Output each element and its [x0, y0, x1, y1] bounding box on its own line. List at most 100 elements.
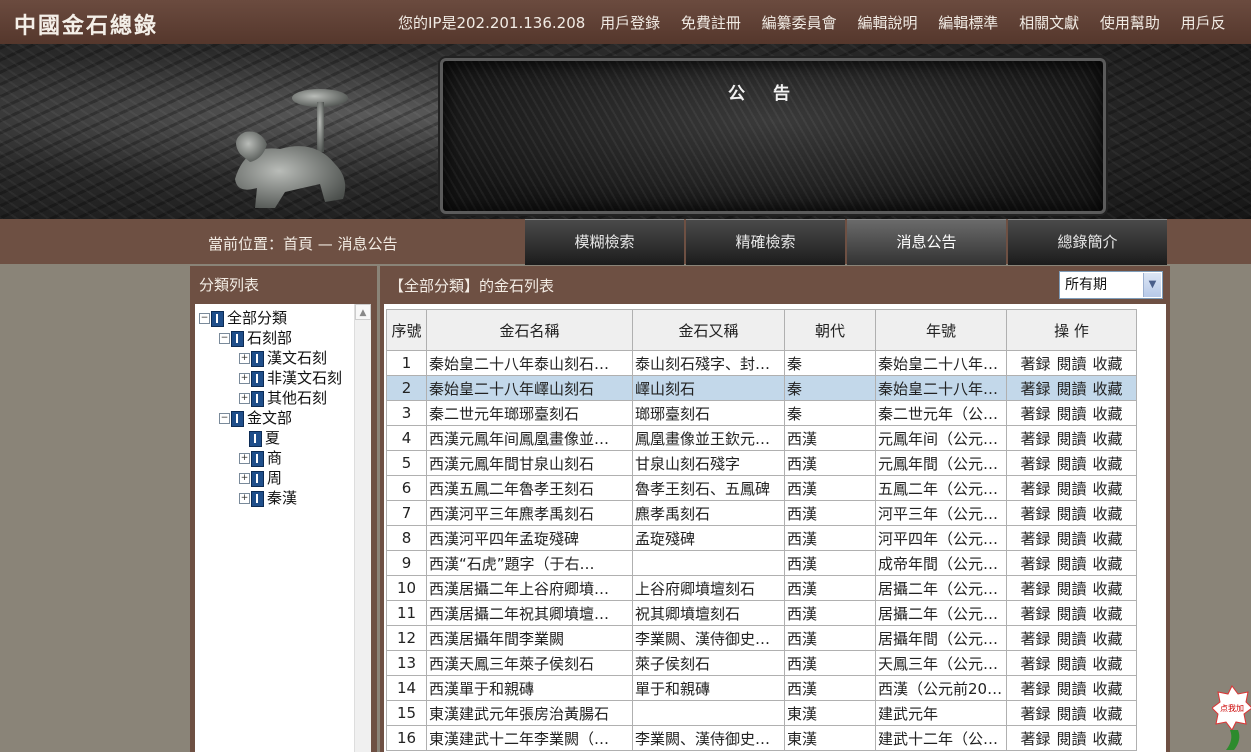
- tree-node[interactable]: − 全部分類: [199, 308, 371, 328]
- catalog-link[interactable]: 著録: [1020, 555, 1050, 573]
- read-link[interactable]: 閱讀: [1056, 655, 1086, 673]
- catalog-link[interactable]: 著録: [1020, 430, 1050, 448]
- expand-icon[interactable]: +: [239, 353, 250, 364]
- tree-node-label[interactable]: 漢文石刻: [267, 349, 327, 367]
- tree-node-label[interactable]: 夏: [265, 429, 280, 447]
- favorite-link[interactable]: 收藏: [1093, 730, 1123, 748]
- tree-node[interactable]: + 秦漢: [199, 488, 371, 508]
- nav-help-link[interactable]: 使用幫助: [1100, 14, 1160, 32]
- table-row[interactable]: 11 西漢居攝二年祝其卿墳壇… 祝其卿墳壇刻石 西漢 居攝二年（公元… 著録 閱讀 收藏: [386, 600, 1137, 626]
- table-row[interactable]: 2 秦始皇二十八年嶧山刻石 嶧山刻石秦秦始皇二十八年… 著録 閱讀 收藏: [386, 375, 1137, 401]
- nav-editorial-standards-link[interactable]: 編輯標準: [938, 14, 998, 32]
- tree-node-label[interactable]: 其他石刻: [267, 389, 327, 407]
- favorite-link[interactable]: 收藏: [1093, 455, 1123, 473]
- table-row[interactable]: 15 東漢建武元年張房治黃腸石 東漢 建武元年 著録 閱讀 收藏: [386, 700, 1137, 726]
- table-row[interactable]: 13 西漢天鳳三年萊子侯刻石 萊子侯刻石 西漢 天鳳三年（公元… 著録 閱讀 收藏: [386, 650, 1137, 676]
- nav-login-link[interactable]: 用戶登錄: [600, 14, 660, 32]
- tree-node-label[interactable]: 全部分類: [227, 309, 287, 327]
- favorite-link[interactable]: 收藏: [1093, 405, 1123, 423]
- table-row[interactable]: 7 西漢河平三年麃孝禹刻石 麃孝禹刻石 西漢 河平三年（公元… 著録 閱讀 收藏: [386, 500, 1137, 526]
- col-header-dynasty[interactable]: 朝代: [784, 309, 876, 351]
- table-row[interactable]: 3 秦二世元年瑯琊臺刻石 瑯琊臺刻石秦秦二世元年（公… 著録 閱讀 收藏: [386, 400, 1137, 426]
- read-link[interactable]: 閱讀: [1056, 530, 1086, 548]
- catalog-link[interactable]: 著録: [1020, 355, 1050, 373]
- read-link[interactable]: 閱讀: [1056, 705, 1086, 723]
- catalog-link[interactable]: 著録: [1020, 505, 1050, 523]
- table-row[interactable]: 6 西漢五鳳二年魯孝王刻石 魯孝王刻石、五鳳碑 西漢 五鳳二年（公元… 著録 閱讀 收藏: [386, 475, 1137, 501]
- table-row[interactable]: 8 西漢河平四年孟琁殘碑 孟琁殘碑 西漢 河平四年（公元… 著録 閱讀 收藏: [386, 525, 1137, 551]
- floating-add-badge[interactable]: 点我加: [1212, 684, 1251, 752]
- chevron-down-icon[interactable]: ▼: [1143, 273, 1161, 297]
- table-row[interactable]: 5 西漢元鳳年間甘泉山刻石 甘泉山刻石殘字 西漢 元鳳年間（公元… 著録 閱讀 收藏: [386, 450, 1137, 476]
- tree-node[interactable]: + 周: [199, 468, 371, 488]
- table-row[interactable]: 10 西漢居攝二年上谷府卿墳… 上谷府卿墳壇刻石 西漢 居攝二年（公元… 著録 閱讀 收藏: [386, 575, 1137, 601]
- expand-icon[interactable]: +: [239, 453, 250, 464]
- read-link[interactable]: 閱讀: [1056, 405, 1086, 423]
- scroll-up-icon[interactable]: ▲: [355, 304, 371, 320]
- catalog-link[interactable]: 著録: [1020, 630, 1050, 648]
- read-link[interactable]: 閱讀: [1056, 680, 1086, 698]
- read-link[interactable]: 閱讀: [1056, 730, 1086, 748]
- catalog-link[interactable]: 著録: [1020, 680, 1050, 698]
- favorite-link[interactable]: 收藏: [1093, 430, 1123, 448]
- favorite-link[interactable]: 收藏: [1093, 380, 1123, 398]
- tree-scrollbar[interactable]: ▲: [354, 304, 371, 752]
- favorite-link[interactable]: 收藏: [1093, 605, 1123, 623]
- catalog-link[interactable]: 著録: [1020, 405, 1050, 423]
- catalog-link[interactable]: 著録: [1020, 580, 1050, 598]
- table-row[interactable]: 1 秦始皇二十八年泰山刻石… 泰山刻石殘字、封… 秦秦始皇二十八年… 著録 閱讀 收藏: [386, 350, 1137, 376]
- favorite-link[interactable]: 收藏: [1093, 580, 1123, 598]
- table-row[interactable]: 14 西漢單于和親磚 單于和親磚 西漢 西漢（公元前20… 著録 閱讀 收藏: [386, 675, 1137, 701]
- site-logo[interactable]: 中國金石總錄: [14, 8, 158, 40]
- read-link[interactable]: 閱讀: [1056, 555, 1086, 573]
- catalog-link[interactable]: 著録: [1020, 380, 1050, 398]
- col-header-alias[interactable]: 金石又稱: [632, 309, 785, 351]
- tree-node[interactable]: + 漢文石刻: [199, 348, 371, 368]
- tree-node-label[interactable]: 石刻部: [247, 329, 292, 347]
- favorite-link[interactable]: 收藏: [1093, 480, 1123, 498]
- expand-icon[interactable]: +: [239, 493, 250, 504]
- favorite-link[interactable]: 收藏: [1093, 655, 1123, 673]
- tab-about[interactable]: 總錄簡介: [1008, 219, 1167, 265]
- tab-fuzzy-search[interactable]: 模糊檢索: [525, 219, 684, 265]
- nav-editorial-notes-link[interactable]: 編輯說明: [857, 14, 917, 32]
- tab-news[interactable]: 消息公告: [847, 219, 1006, 265]
- catalog-link[interactable]: 著録: [1020, 480, 1050, 498]
- read-link[interactable]: 閱讀: [1056, 355, 1086, 373]
- read-link[interactable]: 閱讀: [1056, 380, 1086, 398]
- nav-related-docs-link[interactable]: 相關文獻: [1019, 14, 1079, 32]
- favorite-link[interactable]: 收藏: [1093, 505, 1123, 523]
- nav-feedback-link[interactable]: 用戶反: [1181, 14, 1226, 32]
- nav-committee-link[interactable]: 編纂委員會: [762, 14, 837, 32]
- read-link[interactable]: 閱讀: [1056, 455, 1086, 473]
- catalog-link[interactable]: 著録: [1020, 530, 1050, 548]
- read-link[interactable]: 閱讀: [1056, 580, 1086, 598]
- tab-exact-search[interactable]: 精確檢索: [686, 219, 845, 265]
- catalog-link[interactable]: 著録: [1020, 655, 1050, 673]
- collapse-icon[interactable]: −: [199, 313, 210, 324]
- tree-node-label[interactable]: 金文部: [247, 409, 292, 427]
- nav-register-link[interactable]: 免費註冊: [681, 14, 741, 32]
- tree-node[interactable]: + 商: [199, 448, 371, 468]
- read-link[interactable]: 閱讀: [1056, 630, 1086, 648]
- favorite-link[interactable]: 收藏: [1093, 680, 1123, 698]
- expand-icon[interactable]: +: [239, 393, 250, 404]
- expand-icon[interactable]: +: [239, 373, 250, 384]
- tree-node[interactable]: 夏: [199, 428, 371, 448]
- collapse-icon[interactable]: −: [219, 413, 230, 424]
- catalog-link[interactable]: 著録: [1020, 730, 1050, 748]
- tree-node-label[interactable]: 非漢文石刻: [267, 369, 342, 387]
- tree-node[interactable]: − 石刻部: [199, 328, 371, 348]
- favorite-link[interactable]: 收藏: [1093, 530, 1123, 548]
- favorite-link[interactable]: 收藏: [1093, 705, 1123, 723]
- tree-node[interactable]: + 其他石刻: [199, 388, 371, 408]
- catalog-link[interactable]: 著録: [1020, 455, 1050, 473]
- favorite-link[interactable]: 收藏: [1093, 555, 1123, 573]
- tree-node[interactable]: + 非漢文石刻: [199, 368, 371, 388]
- read-link[interactable]: 閱讀: [1056, 480, 1086, 498]
- col-header-index[interactable]: 序號: [386, 309, 427, 351]
- catalog-link[interactable]: 著録: [1020, 705, 1050, 723]
- col-header-name[interactable]: 金石名稱: [426, 309, 633, 351]
- tree-node-label[interactable]: 周: [267, 469, 282, 487]
- read-link[interactable]: 閱讀: [1056, 605, 1086, 623]
